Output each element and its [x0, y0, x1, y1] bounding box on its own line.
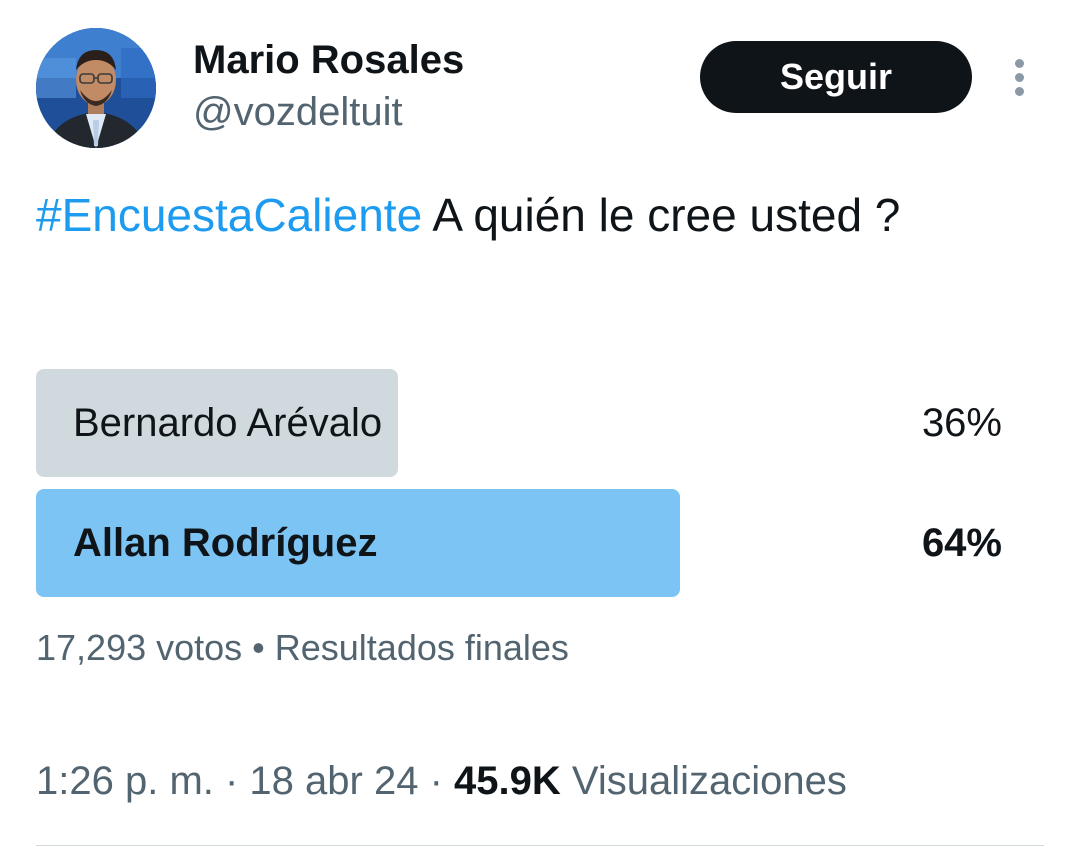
poll-option-percent: 64%: [921, 521, 1002, 565]
poll-option-label: Bernardo Arévalo: [73, 401, 383, 445]
poll-separator: •: [242, 627, 275, 668]
poll-option-percent: 36%: [921, 401, 1002, 445]
avatar-photo: [36, 28, 156, 148]
follow-button[interactable]: Seguir: [700, 41, 972, 113]
more-options-icon[interactable]: [1004, 56, 1036, 100]
hashtag-link[interactable]: #EncuestaCaliente: [36, 189, 422, 241]
poll-vote-count: 17,293 votos: [36, 627, 243, 668]
tweet-metadata: 1:26 p. m. · 18 abr 24 · 45.9K Visualiza…: [36, 756, 847, 806]
meta-separator: ·: [418, 759, 454, 803]
poll-option-winner: Allan Rodríguez 64%: [36, 489, 1002, 597]
tweet-date[interactable]: 18 abr 24: [249, 759, 418, 803]
tweet-time[interactable]: 1:26 p. m.: [36, 759, 214, 803]
tweet-body: A quién le cree usted ?: [422, 189, 901, 241]
poll-option: Bernardo Arévalo 36%: [36, 369, 1002, 477]
views-label[interactable]: Visualizaciones: [561, 759, 847, 803]
tweet-text: #EncuestaCaliente A quién le cree usted …: [36, 180, 936, 250]
divider: [36, 845, 1044, 846]
author-handle[interactable]: @vozdeltuit: [193, 88, 403, 136]
views-count[interactable]: 45.9K: [454, 759, 561, 803]
poll-option-label: Allan Rodríguez: [73, 521, 378, 565]
poll-summary: 17,293 votos • Resultados finales: [36, 626, 569, 670]
avatar[interactable]: [36, 28, 156, 148]
meta-separator: ·: [213, 759, 250, 803]
author-display-name[interactable]: Mario Rosales: [193, 36, 464, 84]
poll-status: Resultados finales: [274, 627, 569, 668]
